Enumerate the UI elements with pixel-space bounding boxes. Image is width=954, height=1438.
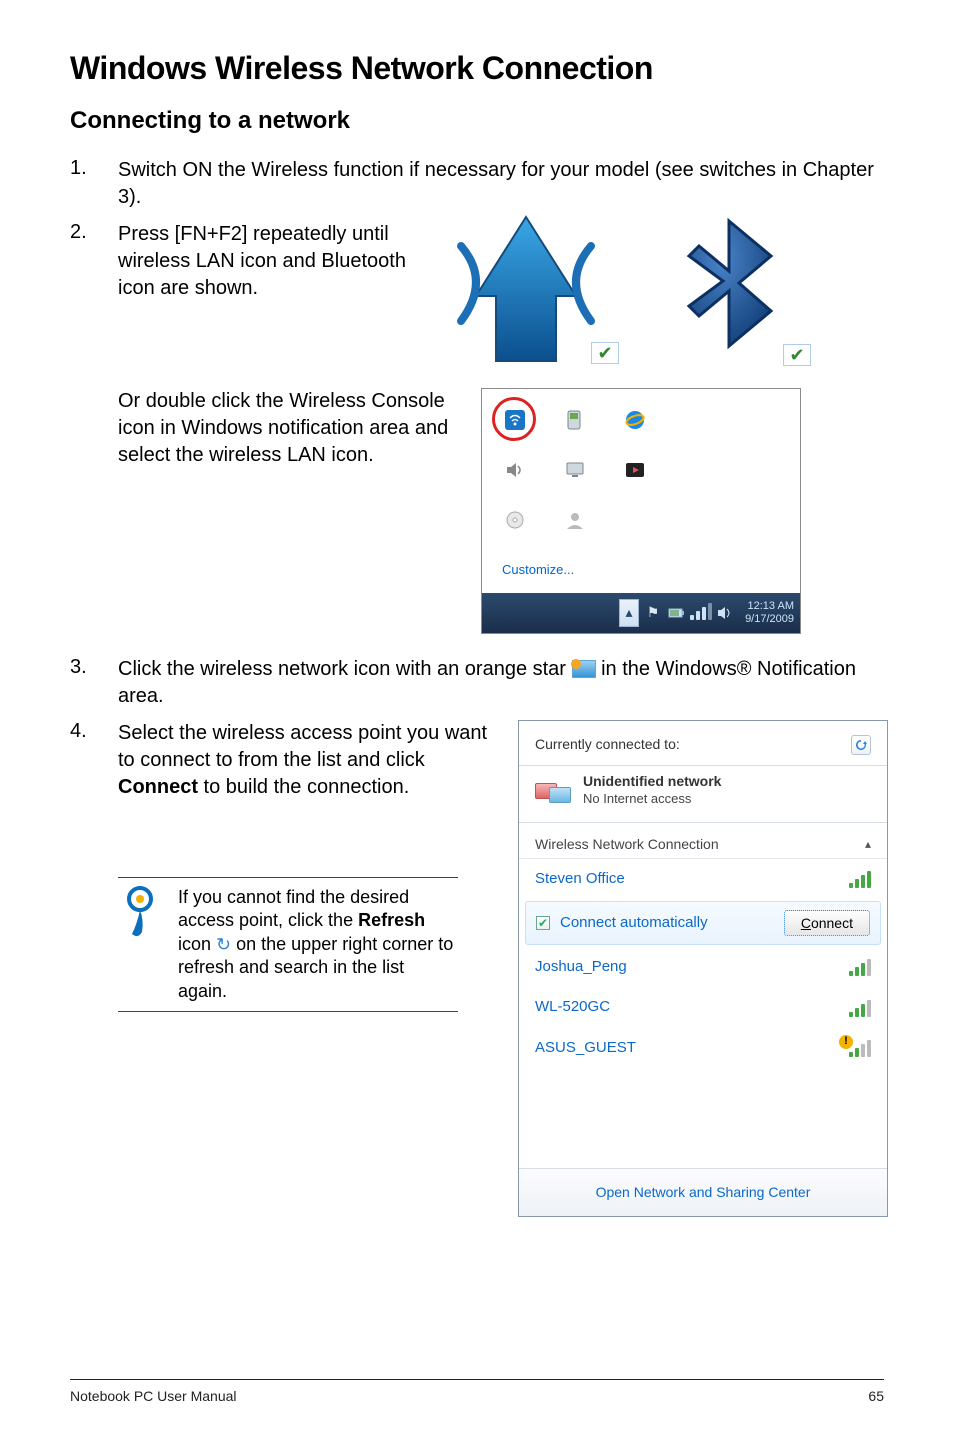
page-number: 65 (868, 1388, 884, 1404)
connect-rest: onnect (811, 915, 853, 931)
device-icon[interactable] (562, 407, 588, 433)
volume-icon[interactable] (502, 457, 528, 483)
note-bold: Refresh (358, 910, 425, 930)
signal-icon (849, 958, 871, 976)
step-number-3: 3. (70, 656, 118, 710)
check-icon: ✔ (591, 342, 619, 364)
clock-date: 9/17/2009 (745, 613, 794, 625)
step-number-4: 4. (70, 720, 118, 1217)
refresh-icon: ↻ (216, 934, 231, 954)
step-4-text: Select the wireless access point you wan… (118, 720, 498, 801)
disc-icon[interactable] (502, 507, 528, 533)
note-text: If you cannot find the desired access po… (178, 886, 458, 1004)
step-2b-text: Or double click the Wireless Console ico… (118, 388, 463, 469)
media-icon[interactable] (622, 457, 648, 483)
open-network-center-link[interactable]: Open Network and Sharing Center (519, 1168, 887, 1216)
page-subtitle: Connecting to a network (70, 107, 884, 135)
wlan-enabled-icon: ✔ (436, 211, 621, 366)
step-4-text-a: Select the wireless access point you wan… (118, 722, 487, 771)
tray-overflow-popup: Customize... ▴ ⚑ 12:13 AM 9/17/ (481, 388, 801, 634)
flag-icon[interactable]: ⚑ (643, 599, 663, 627)
wifi-item-asus-guest[interactable]: ASUS_GUEST (519, 1028, 887, 1068)
current-network-name: Unidentified network (583, 772, 721, 791)
footer-left: Notebook PC User Manual (70, 1388, 237, 1404)
step-number-1: 1. (70, 157, 118, 211)
wifi-item-steven-office[interactable]: Steven Office (519, 859, 887, 899)
connect-auto-label: Connect automatically (560, 913, 708, 933)
clock[interactable]: 12:13 AM 9/17/2009 (745, 600, 794, 624)
connect-button[interactable]: Connect (784, 910, 870, 936)
wireless-section-header: Wireless Network Connection (535, 835, 719, 854)
signal-icon (849, 999, 871, 1017)
tray-expand-icon[interactable]: ▴ (619, 599, 639, 627)
red-highlight-circle (492, 397, 536, 441)
wifi-flyout: Currently connected to: Unidentified net… (518, 720, 888, 1217)
step-3-text-a: Click the wireless network icon with an … (118, 658, 572, 680)
network-category-icon (535, 777, 571, 803)
important-note-icon (118, 886, 162, 944)
signal-icon (849, 870, 871, 888)
page-title: Windows Wireless Network Connection (70, 50, 884, 87)
step-4-bold: Connect (118, 776, 198, 798)
connect-auto-checkbox[interactable]: ✔ (536, 916, 550, 930)
refresh-button[interactable] (851, 735, 871, 755)
collapse-caret-icon[interactable]: ▴ (865, 836, 871, 852)
wifi-item-label: ASUS_GUEST (535, 1038, 636, 1058)
wifi-item-label: WL-520GC (535, 997, 610, 1017)
current-network-status: No Internet access (583, 790, 721, 808)
volume-tray-icon[interactable] (715, 599, 735, 627)
wifi-item-label: Joshua_Peng (535, 957, 627, 977)
step-number-2b (70, 388, 118, 634)
monitor-icon[interactable] (562, 457, 588, 483)
clock-time: 12:13 AM (745, 600, 794, 612)
note-text-b: icon (178, 934, 216, 954)
user-icon[interactable] (562, 507, 588, 533)
signal-warn-icon (849, 1039, 871, 1057)
step-number-2: 2. (70, 221, 118, 366)
bluetooth-enabled-icon: ✔ (651, 211, 811, 366)
wifi-item-label: Steven Office (535, 869, 625, 889)
wifi-item-wl520gc[interactable]: WL-520GC (519, 987, 887, 1027)
step-2-text: Press [FN+F2] repeatedly until wireless … (118, 221, 418, 302)
wifi-item-connect-row: ✔ Connect automatically Connect (525, 901, 881, 945)
flyout-currently-label: Currently connected to: (535, 735, 680, 754)
customize-link[interactable]: Customize... (482, 551, 800, 593)
wifi-item-joshua[interactable]: Joshua_Peng (519, 947, 887, 987)
taskbar: ▴ ⚑ 12:13 AM 9/17/2009 (482, 593, 800, 633)
connect-accel: C (801, 915, 811, 931)
network-tray-icon[interactable] (691, 599, 711, 627)
battery-icon[interactable] (667, 599, 687, 627)
step-3-text: Click the wireless network icon with an … (118, 656, 884, 710)
check-icon: ✔ (783, 344, 811, 366)
ie-icon[interactable] (622, 407, 648, 433)
step-4-text-b: to build the connection. (198, 776, 409, 798)
wifi-orange-star-icon (572, 660, 596, 678)
step-1-text: Switch ON the Wireless function if neces… (118, 157, 884, 211)
